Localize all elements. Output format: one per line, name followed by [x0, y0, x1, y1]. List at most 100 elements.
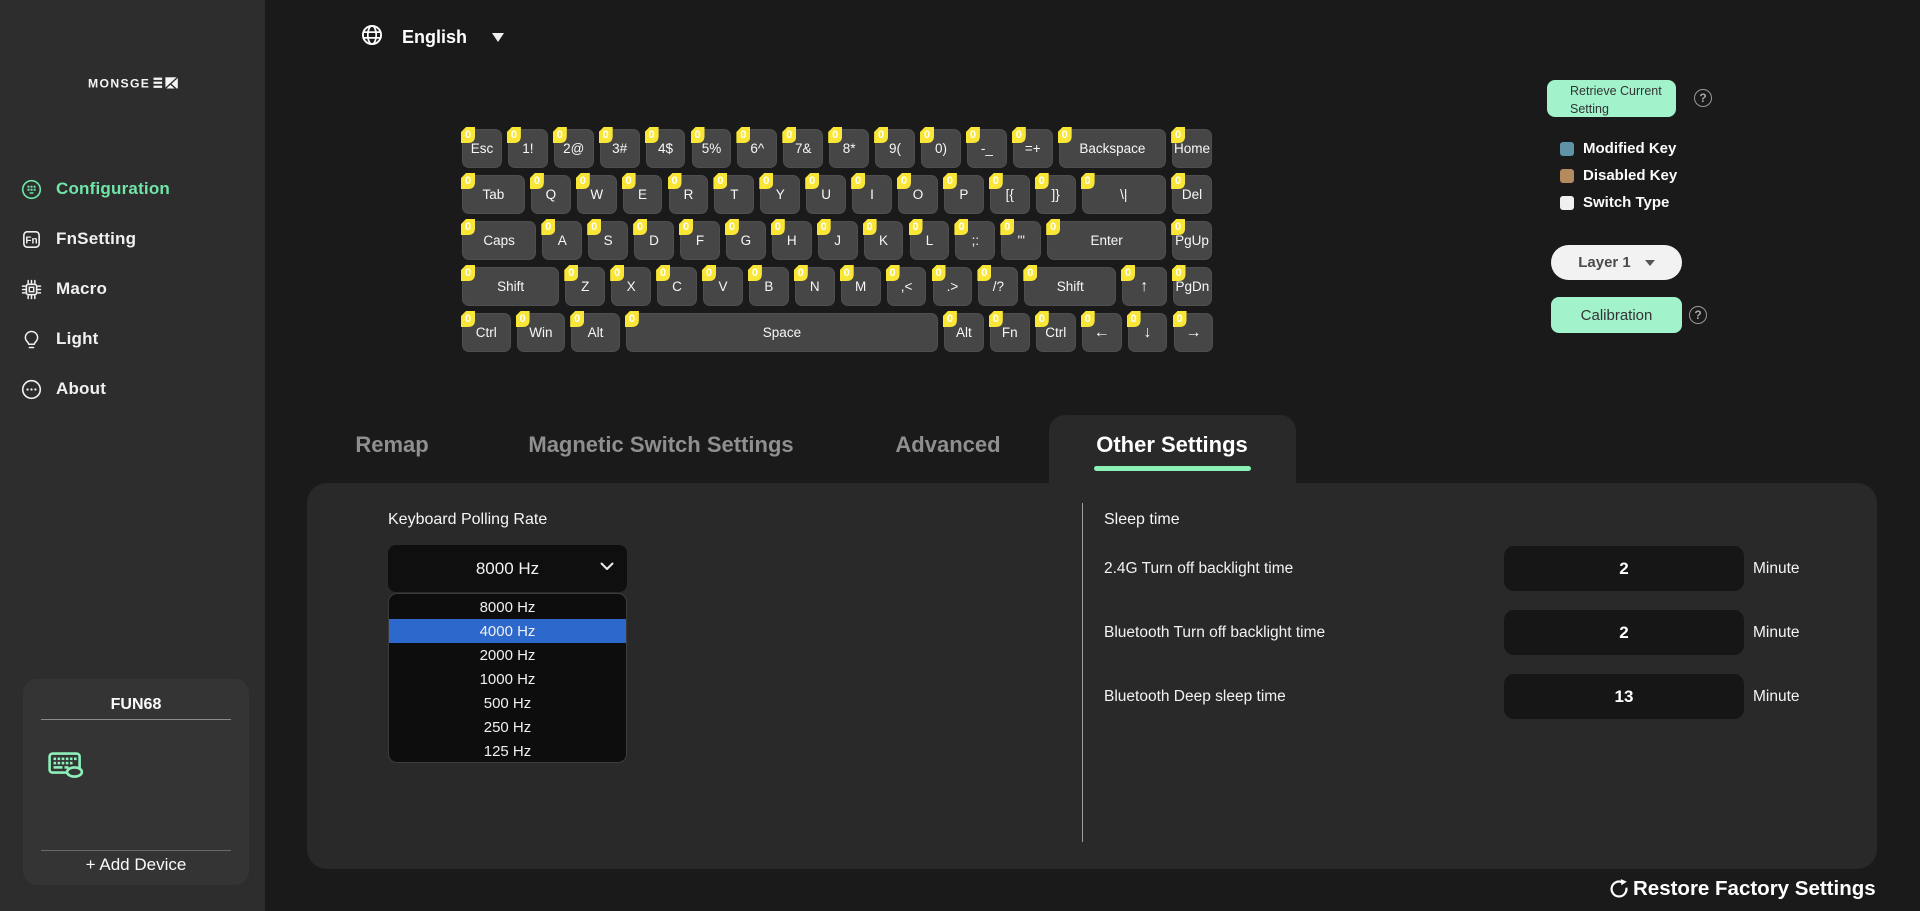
- key-label: ↑: [1140, 278, 1148, 296]
- key-backspace[interactable]: 0Backspace: [1059, 129, 1166, 168]
- key-i[interactable]: 0I: [852, 175, 892, 214]
- key-0[interactable]: 00): [921, 129, 961, 168]
- keyboard-mouse-icon: [48, 751, 84, 783]
- polling-option-250-hz[interactable]: 250 Hz: [389, 715, 626, 739]
- key-win[interactable]: 0Win: [517, 313, 566, 352]
- key-u[interactable]: 0U: [806, 175, 846, 214]
- help-icon[interactable]: ?: [1689, 306, 1707, 324]
- key-[interactable]: 0↓: [1128, 313, 1168, 352]
- key-pgup[interactable]: 0PgUp: [1172, 221, 1212, 260]
- key-m[interactable]: 0M: [841, 267, 881, 306]
- key-x[interactable]: 0X: [611, 267, 651, 306]
- key-[interactable]: 0=+: [1013, 129, 1053, 168]
- key-l[interactable]: 0L: [910, 221, 950, 260]
- key-3[interactable]: 03#: [600, 129, 640, 168]
- key-e[interactable]: 0E: [623, 175, 663, 214]
- sidebar-item-about[interactable]: About: [0, 364, 265, 414]
- polling-option-1000-hz[interactable]: 1000 Hz: [389, 667, 626, 691]
- key-home[interactable]: 0Home: [1172, 129, 1212, 168]
- key-[interactable]: 0-_: [967, 129, 1007, 168]
- key-pgdn[interactable]: 0PgDn: [1173, 267, 1213, 306]
- sleep-time-input[interactable]: 13: [1504, 674, 1744, 719]
- key-[interactable]: 0,<: [887, 267, 927, 306]
- key-shift[interactable]: 0Shift: [1024, 267, 1116, 306]
- layer-select[interactable]: Layer 1: [1551, 245, 1682, 280]
- polling-option-125-hz[interactable]: 125 Hz: [389, 739, 626, 763]
- key-a[interactable]: 0A: [542, 221, 582, 260]
- key-[interactable]: 0.>: [933, 267, 973, 306]
- key-[interactable]: 0;:: [955, 221, 995, 260]
- key-d[interactable]: 0D: [634, 221, 674, 260]
- key-esc[interactable]: 0Esc: [462, 129, 502, 168]
- key-[interactable]: 0↑: [1122, 267, 1167, 306]
- key-c[interactable]: 0C: [657, 267, 697, 306]
- key-6[interactable]: 06^: [737, 129, 777, 168]
- key-space[interactable]: 0Space: [626, 313, 938, 352]
- help-icon[interactable]: ?: [1694, 89, 1712, 107]
- key-b[interactable]: 0B: [749, 267, 789, 306]
- calibration-button[interactable]: Calibration: [1551, 297, 1682, 333]
- polling-rate-select[interactable]: 8000 Hz: [388, 545, 627, 592]
- key-enter[interactable]: 0Enter: [1047, 221, 1166, 260]
- key-ctrl[interactable]: 0Ctrl: [462, 313, 511, 352]
- polling-option-8000-hz[interactable]: 8000 Hz: [389, 595, 626, 619]
- key-p[interactable]: 0P: [944, 175, 984, 214]
- key-[interactable]: 0'": [1001, 221, 1041, 260]
- key-h[interactable]: 0H: [772, 221, 812, 260]
- layer-badge: 0: [656, 265, 670, 281]
- key-tab[interactable]: 0Tab: [462, 175, 525, 214]
- key-n[interactable]: 0N: [795, 267, 835, 306]
- key-[interactable]: 0]}: [1036, 175, 1076, 214]
- key-shift[interactable]: 0Shift: [462, 267, 559, 306]
- key-s[interactable]: 0S: [588, 221, 628, 260]
- key-5[interactable]: 05%: [692, 129, 732, 168]
- key-8[interactable]: 08*: [829, 129, 869, 168]
- sidebar-item-light[interactable]: Light: [0, 314, 265, 364]
- restore-factory-settings-button[interactable]: Restore Factory Settings: [1609, 877, 1876, 901]
- key-g[interactable]: 0G: [726, 221, 766, 260]
- polling-option-4000-hz[interactable]: 4000 Hz: [389, 619, 626, 643]
- polling-option-500-hz[interactable]: 500 Hz: [389, 691, 626, 715]
- sidebar-item-configuration[interactable]: Configuration: [0, 164, 265, 214]
- tab-advanced[interactable]: Advanced: [895, 432, 1000, 458]
- key-o[interactable]: 0O: [898, 175, 938, 214]
- key-9[interactable]: 09(: [875, 129, 915, 168]
- key-r[interactable]: 0R: [669, 175, 709, 214]
- key-[interactable]: 0[{: [990, 175, 1030, 214]
- sleep-time-input[interactable]: 2: [1504, 610, 1744, 655]
- language-selector[interactable]: English: [361, 24, 504, 51]
- key-7[interactable]: 07&: [783, 129, 823, 168]
- add-device-button[interactable]: + Add Device: [23, 855, 249, 875]
- key-k[interactable]: 0K: [864, 221, 904, 260]
- key-[interactable]: 0←: [1082, 313, 1122, 352]
- key-q[interactable]: 0Q: [531, 175, 571, 214]
- sidebar-item-macro[interactable]: Macro: [0, 264, 265, 314]
- polling-option-2000-hz[interactable]: 2000 Hz: [389, 643, 626, 667]
- key-z[interactable]: 0Z: [565, 267, 605, 306]
- sleep-time-input[interactable]: 2: [1504, 546, 1744, 591]
- tab-remap[interactable]: Remap: [355, 432, 428, 458]
- key-alt[interactable]: 0Alt: [944, 313, 984, 352]
- key-fn[interactable]: 0Fn: [990, 313, 1030, 352]
- key-caps[interactable]: 0Caps: [462, 221, 536, 260]
- key-[interactable]: 0/?: [978, 267, 1018, 306]
- key-ctrl[interactable]: 0Ctrl: [1036, 313, 1076, 352]
- key-y[interactable]: 0Y: [760, 175, 800, 214]
- key-label: D: [649, 233, 659, 248]
- retrieve-current-setting-button[interactable]: Retrieve Current Setting: [1547, 80, 1676, 117]
- key-j[interactable]: 0J: [818, 221, 858, 260]
- key-f[interactable]: 0F: [680, 221, 720, 260]
- key-del[interactable]: 0Del: [1172, 175, 1212, 214]
- key-2[interactable]: 02@: [554, 129, 594, 168]
- key-4[interactable]: 04$: [646, 129, 686, 168]
- key-v[interactable]: 0V: [703, 267, 743, 306]
- key-t[interactable]: 0T: [714, 175, 754, 214]
- sidebar-item-fnsetting[interactable]: FnFnSetting: [0, 214, 265, 264]
- tab-other-settings[interactable]: Other Settings: [1096, 432, 1248, 458]
- key-w[interactable]: 0W: [577, 175, 617, 214]
- tab-magnetic-switch-settings[interactable]: Magnetic Switch Settings: [528, 432, 793, 458]
- key-1[interactable]: 01!: [508, 129, 548, 168]
- key-[interactable]: 0\|: [1082, 175, 1166, 214]
- key-[interactable]: 0→: [1174, 313, 1214, 352]
- key-alt[interactable]: 0Alt: [571, 313, 620, 352]
